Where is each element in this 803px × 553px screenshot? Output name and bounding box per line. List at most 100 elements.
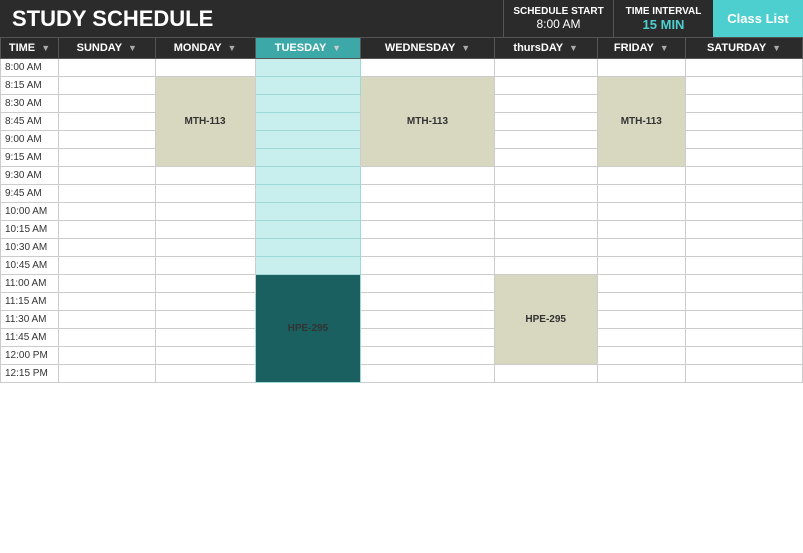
cell-monday[interactable] <box>155 365 255 383</box>
cell-friday[interactable] <box>597 311 685 329</box>
cell-saturday[interactable] <box>685 185 802 203</box>
cell-friday[interactable] <box>597 257 685 275</box>
cell-sunday[interactable] <box>59 239 156 257</box>
col-sunday[interactable]: SUNDAY ▼ <box>59 38 156 59</box>
cell-sunday[interactable] <box>59 167 156 185</box>
cell-monday[interactable] <box>155 257 255 275</box>
cell-monday[interactable] <box>155 275 255 293</box>
cell-sunday[interactable] <box>59 59 156 77</box>
cell-thursday[interactable] <box>494 257 597 275</box>
cell-monday[interactable] <box>155 311 255 329</box>
cell-thursday[interactable] <box>494 131 597 149</box>
cell-friday[interactable] <box>597 293 685 311</box>
cell-monday[interactable] <box>155 293 255 311</box>
cell-tuesday[interactable] <box>255 203 361 221</box>
cell-friday[interactable] <box>597 239 685 257</box>
cell-sunday[interactable] <box>59 113 156 131</box>
class-block[interactable]: HPE-295 <box>494 275 597 365</box>
cell-tuesday[interactable] <box>255 113 361 131</box>
class-list-button[interactable]: Class List <box>713 0 803 37</box>
cell-tuesday[interactable] <box>255 239 361 257</box>
cell-sunday[interactable] <box>59 257 156 275</box>
col-tuesday[interactable]: TUESDAY ▼ <box>255 38 361 59</box>
cell-saturday[interactable] <box>685 149 802 167</box>
cell-tuesday[interactable] <box>255 167 361 185</box>
cell-sunday[interactable] <box>59 131 156 149</box>
cell-saturday[interactable] <box>685 113 802 131</box>
col-time[interactable]: TIME ▼ <box>1 38 59 59</box>
cell-sunday[interactable] <box>59 311 156 329</box>
cell-friday[interactable] <box>597 221 685 239</box>
cell-tuesday[interactable] <box>255 131 361 149</box>
cell-saturday[interactable] <box>685 257 802 275</box>
cell-monday[interactable] <box>155 59 255 77</box>
cell-thursday[interactable] <box>494 113 597 131</box>
cell-saturday[interactable] <box>685 293 802 311</box>
cell-saturday[interactable] <box>685 59 802 77</box>
cell-thursday[interactable] <box>494 95 597 113</box>
cell-wednesday[interactable] <box>361 293 495 311</box>
cell-monday[interactable] <box>155 185 255 203</box>
cell-wednesday[interactable] <box>361 203 495 221</box>
cell-thursday[interactable] <box>494 149 597 167</box>
cell-sunday[interactable] <box>59 77 156 95</box>
cell-sunday[interactable] <box>59 365 156 383</box>
cell-wednesday[interactable] <box>361 221 495 239</box>
cell-sunday[interactable] <box>59 149 156 167</box>
cell-tuesday[interactable] <box>255 95 361 113</box>
cell-wednesday[interactable] <box>361 59 495 77</box>
cell-wednesday[interactable] <box>361 311 495 329</box>
cell-thursday[interactable] <box>494 365 597 383</box>
cell-monday[interactable] <box>155 167 255 185</box>
class-block[interactable]: MTH-113 <box>597 77 685 167</box>
col-wednesday[interactable]: WEDNESDAY ▼ <box>361 38 495 59</box>
cell-sunday[interactable] <box>59 347 156 365</box>
cell-saturday[interactable] <box>685 239 802 257</box>
cell-saturday[interactable] <box>685 167 802 185</box>
cell-thursday[interactable] <box>494 221 597 239</box>
cell-tuesday[interactable] <box>255 149 361 167</box>
cell-saturday[interactable] <box>685 77 802 95</box>
cell-saturday[interactable] <box>685 311 802 329</box>
cell-monday[interactable] <box>155 347 255 365</box>
class-block[interactable]: MTH-113 <box>361 77 495 167</box>
cell-monday[interactable] <box>155 329 255 347</box>
cell-wednesday[interactable] <box>361 239 495 257</box>
cell-friday[interactable] <box>597 185 685 203</box>
cell-friday[interactable] <box>597 167 685 185</box>
cell-thursday[interactable] <box>494 185 597 203</box>
cell-friday[interactable] <box>597 275 685 293</box>
cell-saturday[interactable] <box>685 329 802 347</box>
col-monday[interactable]: MONDAY ▼ <box>155 38 255 59</box>
cell-wednesday[interactable] <box>361 185 495 203</box>
cell-wednesday[interactable] <box>361 347 495 365</box>
cell-wednesday[interactable] <box>361 329 495 347</box>
cell-thursday[interactable] <box>494 59 597 77</box>
cell-sunday[interactable] <box>59 185 156 203</box>
cell-wednesday[interactable] <box>361 167 495 185</box>
cell-saturday[interactable] <box>685 95 802 113</box>
cell-friday[interactable] <box>597 347 685 365</box>
cell-wednesday[interactable] <box>361 257 495 275</box>
cell-thursday[interactable] <box>494 203 597 221</box>
cell-friday[interactable] <box>597 59 685 77</box>
cell-saturday[interactable] <box>685 275 802 293</box>
cell-friday[interactable] <box>597 329 685 347</box>
col-friday[interactable]: FRIDAY ▼ <box>597 38 685 59</box>
col-thursday[interactable]: thursDAY ▼ <box>494 38 597 59</box>
cell-saturday[interactable] <box>685 347 802 365</box>
cell-saturday[interactable] <box>685 203 802 221</box>
cell-sunday[interactable] <box>59 221 156 239</box>
cell-wednesday[interactable] <box>361 275 495 293</box>
cell-sunday[interactable] <box>59 293 156 311</box>
cell-sunday[interactable] <box>59 95 156 113</box>
cell-sunday[interactable] <box>59 203 156 221</box>
cell-monday[interactable] <box>155 239 255 257</box>
cell-friday[interactable] <box>597 203 685 221</box>
cell-saturday[interactable] <box>685 221 802 239</box>
cell-sunday[interactable] <box>59 275 156 293</box>
cell-thursday[interactable] <box>494 77 597 95</box>
cell-tuesday[interactable] <box>255 257 361 275</box>
cell-sunday[interactable] <box>59 329 156 347</box>
cell-wednesday[interactable] <box>361 365 495 383</box>
